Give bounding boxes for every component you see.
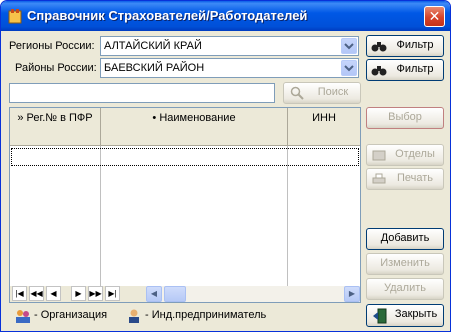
search-icon [290,86,304,100]
legend-entrepreneur-label: - Инд.предприниматель [145,309,267,321]
binoculars-icon [371,42,387,52]
scroll-thumb[interactable] [164,286,186,302]
search-button[interactable]: Поиск [283,82,361,104]
entrepreneur-icon [129,309,139,323]
add-button-label: Добавить [380,232,430,244]
scroll-left-icon[interactable]: ◀ [146,286,162,302]
printer-icon [372,173,386,184]
app-icon [8,9,22,24]
horizontal-scrollbar[interactable]: ◀ ▶ [146,286,360,302]
add-button[interactable]: Добавить [366,228,444,250]
legend-organization: - Организация [15,305,125,327]
chevron-down-icon[interactable] [341,38,357,54]
departments-button[interactable]: Отделы [366,144,444,166]
chevron-down-icon[interactable] [341,60,357,76]
insurers-grid[interactable]: » Рег.№ в ПФР • Наименование ИНН |◀ ◀◀ ◀… [9,107,361,303]
filter-region-button[interactable]: Фильтр [366,35,444,57]
window-title: Справочник Страхователей/Работодателей [27,8,308,23]
grid-navigator: |◀ ◀◀ ◀ ▶ ▶▶ ▶| ◀ ▶ [10,286,360,302]
edit-button-label: Изменить [380,257,430,269]
last-record-icon[interactable]: ▶| [105,286,120,301]
column-divider [287,146,288,286]
next-record-icon[interactable]: ▶ [71,286,86,301]
delete-button-label: Удалить [384,282,426,294]
column-header-reg-number[interactable]: » Рег.№ в ПФР [10,108,101,146]
title-bar[interactable]: Справочник Страхователей/Работодателей ✕ [1,1,450,31]
region-label: Регионы России: [9,40,95,52]
table-row[interactable] [11,148,359,166]
first-record-icon[interactable]: |◀ [12,286,27,301]
district-combo[interactable]: БАЕВСКИЙ РАЙОН [100,58,359,78]
select-button[interactable]: Выбор [366,107,444,129]
print-button-label: Печать [396,172,434,184]
column-divider [100,146,101,286]
filter-district-label: Фильтр [396,63,434,75]
close-icon[interactable]: ✕ [424,6,445,27]
departments-button-label: Отделы [395,148,435,160]
district-label: Районы России: [15,62,97,74]
reference-dialog: Справочник Страхователей/Работодателей ✕… [0,0,451,332]
prev-page-icon[interactable]: ◀◀ [29,286,44,301]
district-value: БАЕВСКИЙ РАЙОН [104,62,205,74]
region-combo[interactable]: АЛТАЙСКИЙ КРАЙ [100,36,359,56]
scroll-right-icon[interactable]: ▶ [344,286,360,302]
filter-district-button[interactable]: Фильтр [366,59,444,81]
next-page-icon[interactable]: ▶▶ [88,286,103,301]
search-button-label: Поиск [317,86,349,98]
exit-door-icon [373,308,387,324]
delete-button[interactable]: Удалить [366,278,444,300]
legend-entrepreneur: - Инд.предприниматель [126,305,286,327]
print-button[interactable]: Печать [366,168,444,190]
region-value: АЛТАЙСКИЙ КРАЙ [104,40,202,52]
grid-header: » Рег.№ в ПФР • Наименование ИНН [10,108,360,146]
organization-icon [16,310,30,323]
column-header-name[interactable]: • Наименование [101,108,288,146]
column-header-inn[interactable]: ИНН [288,108,360,146]
close-button-label: Закрыть [394,308,438,320]
filter-region-label: Фильтр [396,39,434,51]
select-button-label: Выбор [388,111,422,123]
legend-organization-label: - Организация [34,309,108,321]
search-input[interactable] [9,83,275,103]
binoculars-icon [371,66,387,76]
edit-button[interactable]: Изменить [366,253,444,275]
prev-record-icon[interactable]: ◀ [46,286,61,301]
close-button[interactable]: Закрыть [366,304,444,327]
departments-icon [372,150,386,161]
